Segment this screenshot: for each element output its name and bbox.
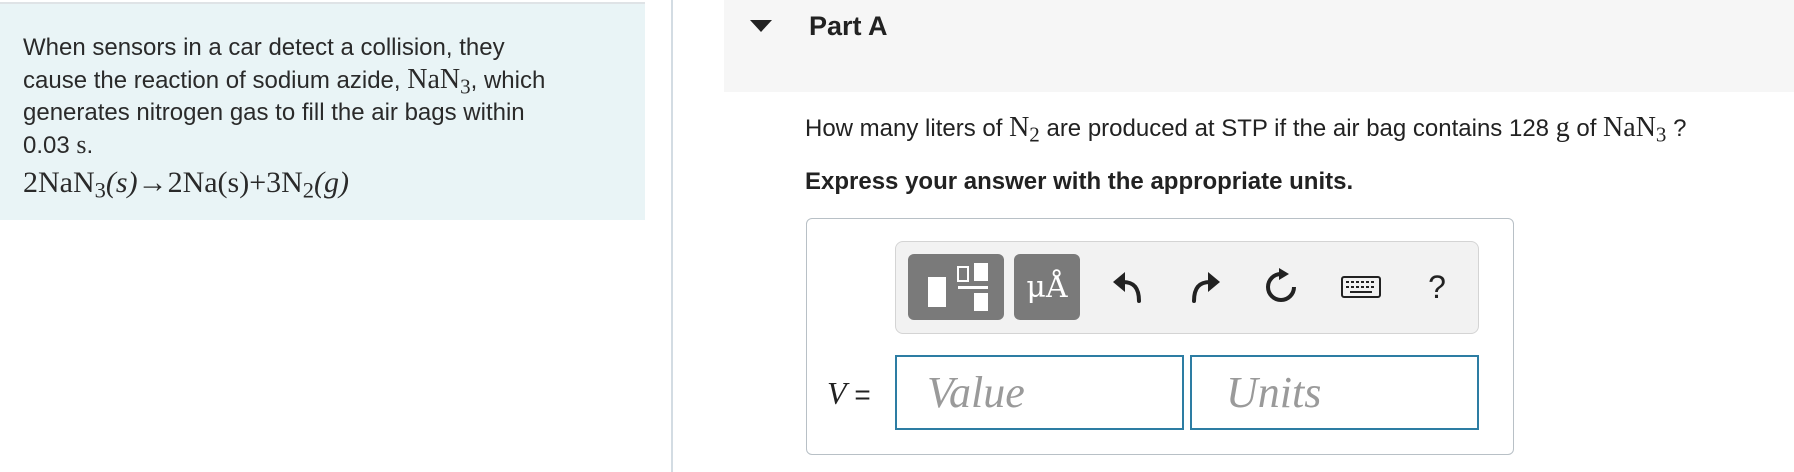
reactant-subscript: 3 (94, 177, 106, 203)
templates-icon (928, 263, 988, 311)
problem-line-3: generates nitrogen gas to fill the air b… (23, 99, 525, 126)
reaction-arrow: → (137, 166, 168, 199)
question-text: How many liters of N2 are produced at ST… (805, 112, 1687, 147)
plus-sign: + (249, 166, 267, 199)
part-header[interactable]: Part A (724, 0, 1794, 92)
product-2-subscript: 2 (302, 177, 315, 203)
problem-line-2: cause the reaction of sodium azide, NaN3… (23, 64, 621, 97)
keyboard-icon (1341, 276, 1381, 298)
reset-icon (1266, 268, 1296, 302)
problem-text: When sensors in a car detect a collision… (23, 32, 621, 162)
product-2-state: (g) (314, 166, 350, 199)
problem-line-1: When sensors in a car detect a collision… (23, 34, 505, 61)
formula-subscript: 3 (1655, 122, 1667, 147)
reset-button[interactable] (1258, 264, 1304, 310)
reactant-state: (s) (105, 166, 138, 199)
azide-formula: NaN3 (1603, 112, 1667, 147)
question-of: of (1576, 115, 1597, 142)
answer-box: μÅ ? V = Value Units (806, 218, 1514, 455)
units-input[interactable] (1190, 355, 1479, 430)
panel-divider (671, 0, 673, 472)
nitrogen-formula: N2 (1009, 112, 1040, 147)
keyboard-button[interactable] (1338, 264, 1384, 310)
equals-sign: = (854, 379, 871, 410)
templates-button[interactable] (908, 254, 1004, 320)
help-icon: ? (1428, 268, 1446, 305)
units-button[interactable]: μÅ (1014, 254, 1080, 320)
variable-symbol: V (827, 375, 847, 411)
product-1: 2Na(s) (167, 166, 250, 199)
reaction-equation: 2NaN3(s)→2Na(s)+3N2(g) (23, 166, 621, 203)
redo-icon (1192, 272, 1220, 303)
problem-line-2-end: , which (470, 67, 546, 94)
math-toolbar: μÅ ? (895, 241, 1479, 334)
problem-line-2-text: cause the reaction of sodium azide, (23, 67, 401, 94)
sodium-azide-formula: NaN3 (407, 64, 471, 99)
question-mark: ? (1673, 115, 1687, 142)
redo-button[interactable] (1181, 264, 1227, 310)
value-input[interactable] (895, 355, 1184, 430)
problem-panel: When sensors in a car detect a collision… (0, 2, 645, 220)
undo-button[interactable] (1106, 264, 1152, 310)
problem-line-4: 0.03 s. (23, 130, 94, 159)
variable-label: V = (827, 375, 871, 412)
formula-base: N (1009, 112, 1030, 143)
question-start: How many liters of (805, 115, 1003, 142)
formula-subscript: 2 (1029, 122, 1040, 147)
instruction-text: Express your answer with the appropriate… (805, 168, 1354, 195)
part-title: Part A (809, 11, 888, 41)
question-middle: are produced at STP if the air bag conta… (1046, 115, 1550, 142)
collapse-caret-icon[interactable] (750, 20, 772, 32)
time-value: 0.03 (23, 132, 70, 159)
time-unit: s (76, 130, 87, 159)
formula-base: NaN (407, 64, 461, 95)
formula-base: NaN (1603, 112, 1656, 143)
undo-icon (1113, 272, 1141, 303)
formula-subscript: 3 (460, 74, 471, 99)
mass-unit: g (1555, 112, 1570, 143)
help-button[interactable]: ? (1414, 264, 1460, 310)
product-2: 3N (266, 166, 303, 199)
reactant: 2NaN (23, 166, 95, 199)
